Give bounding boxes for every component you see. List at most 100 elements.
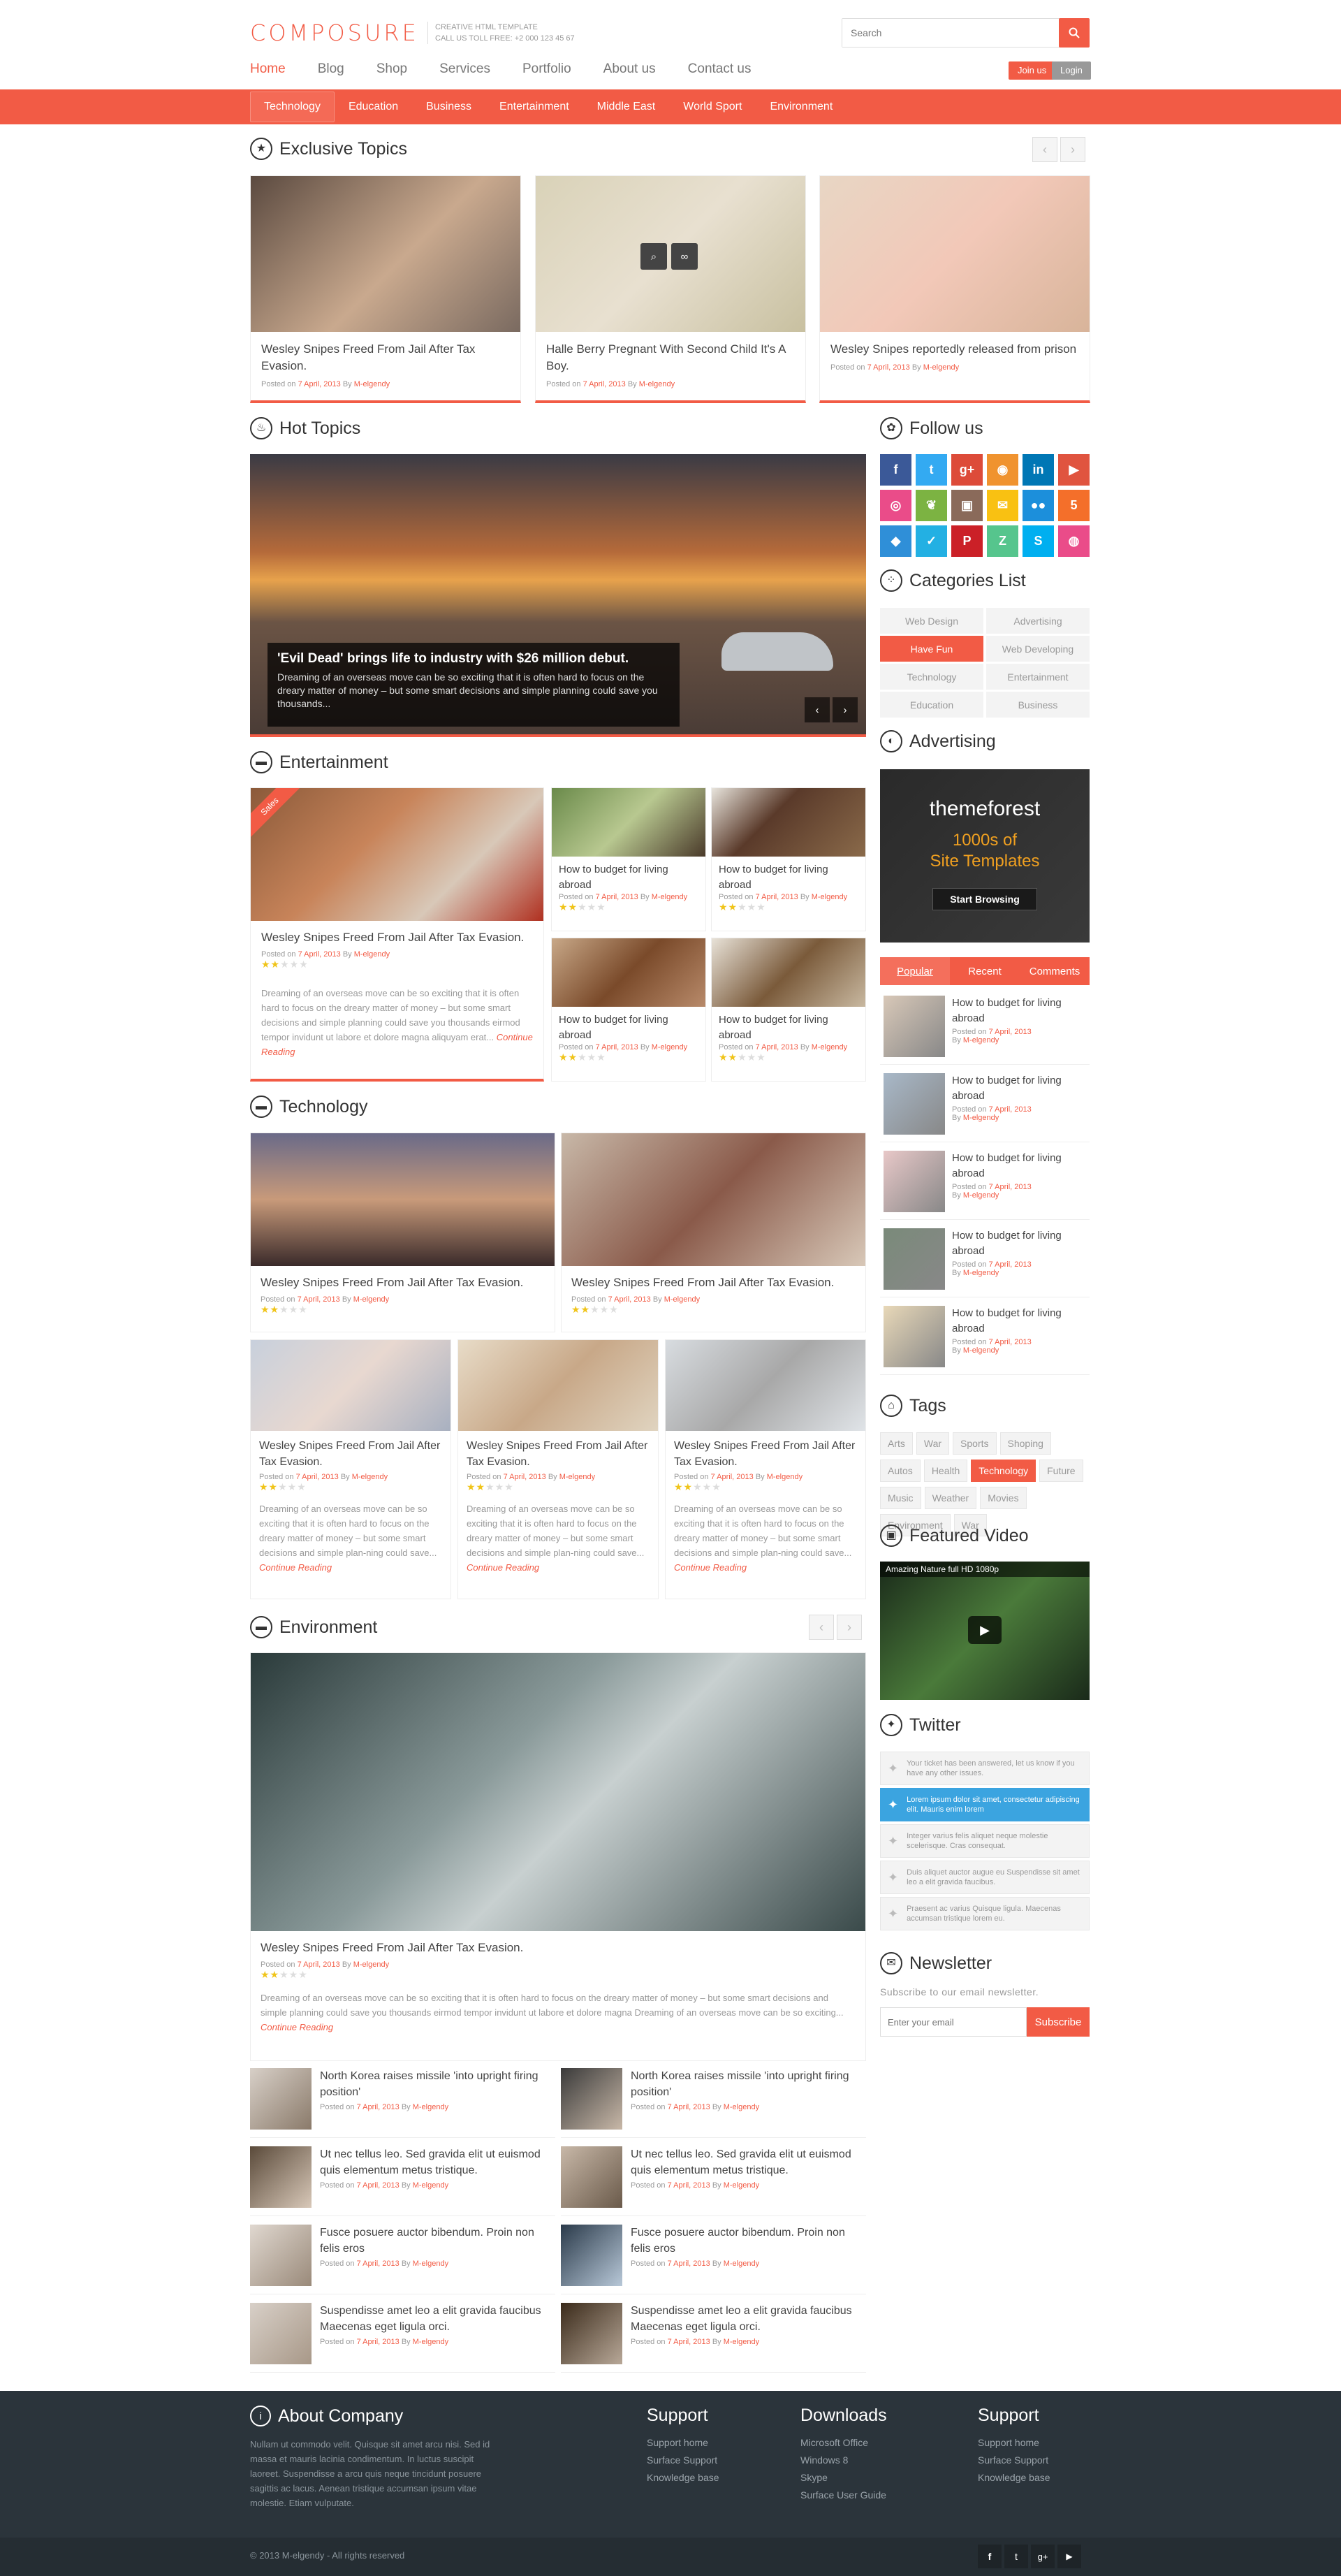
footer-link[interactable]: Microsoft Office xyxy=(800,2434,887,2452)
small-post[interactable]: How to budget for living abroad Posted o… xyxy=(711,938,866,1082)
popular-title[interactable]: How to budget for living abroad xyxy=(952,996,1086,1026)
tag-item[interactable]: Sports xyxy=(953,1432,997,1455)
leaf-icon[interactable]: ❦ xyxy=(916,490,947,521)
list-item-title[interactable]: Suspendisse amet leo a elit gravida fauc… xyxy=(631,2303,866,2335)
youtube-icon[interactable]: ▶ xyxy=(1057,2545,1081,2568)
post-title[interactable]: How to budget for living abroad xyxy=(719,1012,858,1043)
nav-services[interactable]: Services xyxy=(439,61,490,77)
ad-banner[interactable]: themeforest 1000s of Site Templates Star… xyxy=(880,769,1090,943)
zerply-icon[interactable]: Z xyxy=(987,525,1018,557)
tag-item[interactable]: Future xyxy=(1039,1460,1083,1482)
chat-icon[interactable]: ✉ xyxy=(987,490,1018,521)
card-title[interactable]: Wesley Snipes Freed From Jail After Tax … xyxy=(261,929,533,946)
exclusive-card[interactable]: Wesley Snipes reportedly released from p… xyxy=(819,175,1090,403)
twitter-icon[interactable]: t xyxy=(1004,2545,1028,2568)
ball-icon[interactable]: ◍ xyxy=(1058,525,1090,557)
popular-title[interactable]: How to budget for living abroad xyxy=(952,1228,1086,1259)
logo[interactable]: COMPOSURE xyxy=(250,20,419,46)
environment-list-item[interactable]: North Korea raises missile 'into upright… xyxy=(250,2068,555,2138)
popular-item[interactable]: How to budget for living abroad Posted on… xyxy=(880,1147,1090,1220)
continue-reading-link[interactable]: Continue Reading xyxy=(467,1562,539,1573)
category-item[interactable]: Entertainment xyxy=(986,664,1090,690)
dribbble-icon[interactable]: ◎ xyxy=(880,490,911,521)
subnav-business[interactable]: Business xyxy=(412,92,485,122)
environment-list-item[interactable]: Suspendisse amet leo a elit gravida fauc… xyxy=(561,2303,866,2373)
small-post[interactable]: How to budget for living abroad Posted o… xyxy=(551,787,706,931)
popular-title[interactable]: How to budget for living abroad xyxy=(952,1073,1086,1104)
tag-item[interactable]: Shoping xyxy=(999,1432,1051,1455)
footer-link[interactable]: Surface User Guide xyxy=(800,2487,887,2504)
list-item-title[interactable]: North Korea raises missile 'into upright… xyxy=(320,2068,555,2100)
subnav-education[interactable]: Education xyxy=(335,92,412,122)
link-icon[interactable]: ∞ xyxy=(671,243,698,270)
googleplus-icon[interactable]: g+ xyxy=(1031,2545,1055,2568)
small-post[interactable]: How to budget for living abroad Posted o… xyxy=(551,938,706,1082)
nav-contact[interactable]: Contact us xyxy=(688,61,752,77)
footer-link[interactable]: Support home xyxy=(978,2434,1050,2452)
rss-icon[interactable]: ◉ xyxy=(987,454,1018,486)
subnav-middle-east[interactable]: Middle East xyxy=(583,92,670,122)
subscribe-button[interactable]: Subscribe xyxy=(1027,2007,1090,2037)
hot-slider[interactable]: 'Evil Dead' brings life to industry with… xyxy=(250,454,866,737)
footer-link[interactable]: Knowledge base xyxy=(647,2469,719,2487)
post-title[interactable]: Wesley Snipes Freed From Jail After Tax … xyxy=(467,1438,650,1470)
tweet-item[interactable]: ✦ Your ticket has been answered, let us k… xyxy=(880,1752,1090,1785)
login-button[interactable]: Login xyxy=(1052,61,1091,80)
popular-item[interactable]: How to budget for living abroad Posted on… xyxy=(880,992,1090,1065)
post-title[interactable]: How to budget for living abroad xyxy=(559,1012,698,1043)
tab-comments[interactable]: Comments xyxy=(1020,957,1090,985)
prev-arrow-icon[interactable]: ‹ xyxy=(1032,137,1057,162)
post-title[interactable]: Wesley Snipes Freed From Jail After Tax … xyxy=(259,1438,442,1470)
category-item[interactable]: Web Design xyxy=(880,608,983,634)
email-input[interactable] xyxy=(880,2007,1027,2037)
tech-post[interactable]: Wesley Snipes Freed From Jail After Tax … xyxy=(457,1339,659,1599)
tweet-item[interactable]: ✦ Praesent ac varius Quisque ligula. Maec… xyxy=(880,1897,1090,1930)
tweet-item[interactable]: ✦ Lorem ipsum dolor sit amet, consectetur… xyxy=(880,1788,1090,1821)
footer-link[interactable]: Skype xyxy=(800,2469,887,2487)
tag-item[interactable]: Arts xyxy=(880,1432,913,1455)
post-title[interactable]: Wesley Snipes Freed From Jail After Tax … xyxy=(571,1274,856,1291)
footer-link[interactable]: Support home xyxy=(647,2434,719,2452)
join-button[interactable]: Join us xyxy=(1009,61,1056,80)
googleplus-icon[interactable]: g+ xyxy=(951,454,983,486)
exclusive-card[interactable]: Wesley Snipes Freed From Jail After Tax … xyxy=(250,175,521,403)
tech-post[interactable]: Wesley Snipes Freed From Jail After Tax … xyxy=(561,1133,866,1332)
next-arrow-icon[interactable]: › xyxy=(1060,137,1085,162)
continue-reading-link[interactable]: Continue Reading xyxy=(261,2022,333,2032)
prev-arrow-icon[interactable]: ‹ xyxy=(809,1615,834,1640)
environment-list-item[interactable]: Suspendisse amet leo a elit gravida fauc… xyxy=(250,2303,555,2373)
ad-button[interactable]: Start Browsing xyxy=(932,888,1037,910)
zoom-icon[interactable]: ⌕ xyxy=(640,243,667,270)
youtube-icon[interactable]: ▶ xyxy=(1058,454,1090,486)
facebook-icon[interactable]: f xyxy=(978,2545,1002,2568)
environment-list-item[interactable]: Fusce posuere auctor bibendum. Proin non… xyxy=(250,2225,555,2294)
dropbox-icon[interactable]: ◆ xyxy=(880,525,911,557)
html5-icon[interactable]: 5 xyxy=(1058,490,1090,521)
post-title[interactable]: Wesley Snipes Freed From Jail After Tax … xyxy=(261,1940,856,1956)
tag-item[interactable]: Autos xyxy=(880,1460,921,1482)
slider-next-icon[interactable]: › xyxy=(833,697,858,722)
tweet-item[interactable]: ✦ Integer varius felis aliquet neque mole… xyxy=(880,1824,1090,1858)
search-input[interactable] xyxy=(842,19,1055,47)
category-item[interactable]: Technology xyxy=(880,664,983,690)
environment-list-item[interactable]: Ut nec tellus leo. Sed gravida elit ut e… xyxy=(561,2146,866,2216)
environment-list-item[interactable]: Ut nec tellus leo. Sed gravida elit ut e… xyxy=(250,2146,555,2216)
tech-post[interactable]: Wesley Snipes Freed From Jail After Tax … xyxy=(250,1133,555,1332)
tag-item-active[interactable]: Technology xyxy=(971,1460,1036,1482)
skype-icon[interactable]: S xyxy=(1023,525,1054,557)
popular-item[interactable]: How to budget for living abroad Posted on… xyxy=(880,1070,1090,1142)
footer-link[interactable]: Knowledge base xyxy=(978,2469,1050,2487)
search-button[interactable] xyxy=(1059,18,1090,48)
footer-link[interactable]: Surface Support xyxy=(647,2452,719,2469)
list-item-title[interactable]: Fusce posuere auctor bibendum. Proin non… xyxy=(320,2225,555,2257)
environment-list-item[interactable]: Fusce posuere auctor bibendum. Proin non… xyxy=(561,2225,866,2294)
exclusive-card[interactable]: ⌕ ∞ Halle Berry Pregnant With Second Chi… xyxy=(535,175,806,403)
list-item-title[interactable]: Suspendisse amet leo a elit gravida fauc… xyxy=(320,2303,555,2335)
facebook-icon[interactable]: f xyxy=(880,454,911,486)
small-post[interactable]: How to budget for living abroad Posted o… xyxy=(711,787,866,931)
continue-reading-link[interactable]: Continue Reading xyxy=(259,1562,332,1573)
popular-title[interactable]: How to budget for living abroad xyxy=(952,1151,1086,1181)
post-title[interactable]: Wesley Snipes Freed From Jail After Tax … xyxy=(674,1438,857,1470)
caption-title[interactable]: 'Evil Dead' brings life to industry with… xyxy=(277,651,670,667)
environment-main-post[interactable]: Wesley Snipes Freed From Jail After Tax … xyxy=(250,1652,866,2061)
